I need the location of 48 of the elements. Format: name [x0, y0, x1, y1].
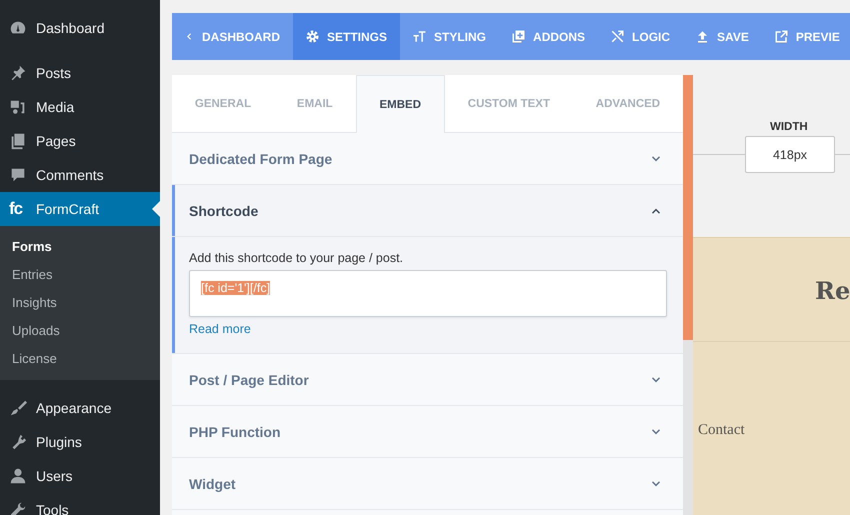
accordion-header[interactable]: Dedicated Form Page: [172, 133, 683, 184]
menu-item[interactable]: Users: [0, 459, 160, 493]
toolbar-button[interactable]: STYLING: [400, 13, 500, 60]
wrench-icon: [9, 501, 27, 515]
toolbar-button[interactable]: SAVE: [683, 13, 762, 60]
read-more-link[interactable]: Read more: [189, 322, 251, 336]
logo-icon: fc: [9, 200, 27, 218]
paintbrush-icon: [9, 399, 27, 417]
accordion-header[interactable]: PHP Function: [172, 406, 683, 457]
menu-item[interactable]: Dashboard: [0, 11, 160, 45]
text-size-icon: [412, 29, 428, 44]
menu-item[interactable]: Appearance: [0, 391, 160, 425]
form-text: Contact: [698, 422, 745, 438]
menu-item[interactable]: Posts: [0, 56, 160, 90]
width-label: WIDTH: [770, 121, 809, 133]
accordion-header[interactable]: Widget: [172, 458, 683, 509]
scrollbar[interactable]: [683, 75, 693, 515]
menu-item[interactable]: Media: [0, 90, 160, 124]
submenu-item[interactable]: Uploads: [0, 317, 160, 345]
toolbar-button[interactable]: LOGIC: [598, 13, 684, 60]
toolbar-button[interactable]: SETTINGS: [293, 13, 400, 60]
menu-item[interactable]: fc FormCraft: [0, 192, 160, 226]
submenu-item[interactable]: Forms: [0, 233, 160, 261]
description-text: Add this shortcode to your page / post.: [189, 251, 404, 265]
external-link-icon: [774, 29, 789, 44]
gear-icon: [305, 29, 320, 44]
toolbar-button[interactable]: DASHBOARD: [172, 13, 293, 60]
submenu-item[interactable]: License: [0, 345, 160, 373]
accordion-header[interactable]: Post / Page Editor: [172, 354, 683, 405]
accordion-header[interactable]: Shortcode: [172, 185, 683, 237]
pages-icon: [9, 132, 27, 150]
pin-icon: [9, 64, 27, 82]
user-icon: [9, 467, 27, 485]
menu-item[interactable]: Pages: [0, 124, 160, 158]
toolbar-button[interactable]: ADDONS: [499, 13, 598, 60]
menu-item[interactable]: Comments: [0, 158, 160, 192]
tab[interactable]: EMBED: [356, 75, 445, 133]
width-field[interactable]: 418px: [745, 136, 835, 173]
submenu-item[interactable]: Insights: [0, 289, 160, 317]
scrollbar-thumb[interactable]: [683, 75, 693, 340]
form-heading: Re: [815, 276, 850, 305]
media-icon: [9, 98, 27, 116]
shuffle-icon: [610, 29, 626, 44]
submenu-item[interactable]: Entries: [0, 261, 160, 289]
menu-item[interactable]: Tools: [0, 493, 160, 515]
toolbar-button[interactable]: PREVIE: [762, 13, 850, 60]
speech-bubble-icon: [9, 166, 27, 184]
menu-item[interactable]: Plugins: [0, 425, 160, 459]
